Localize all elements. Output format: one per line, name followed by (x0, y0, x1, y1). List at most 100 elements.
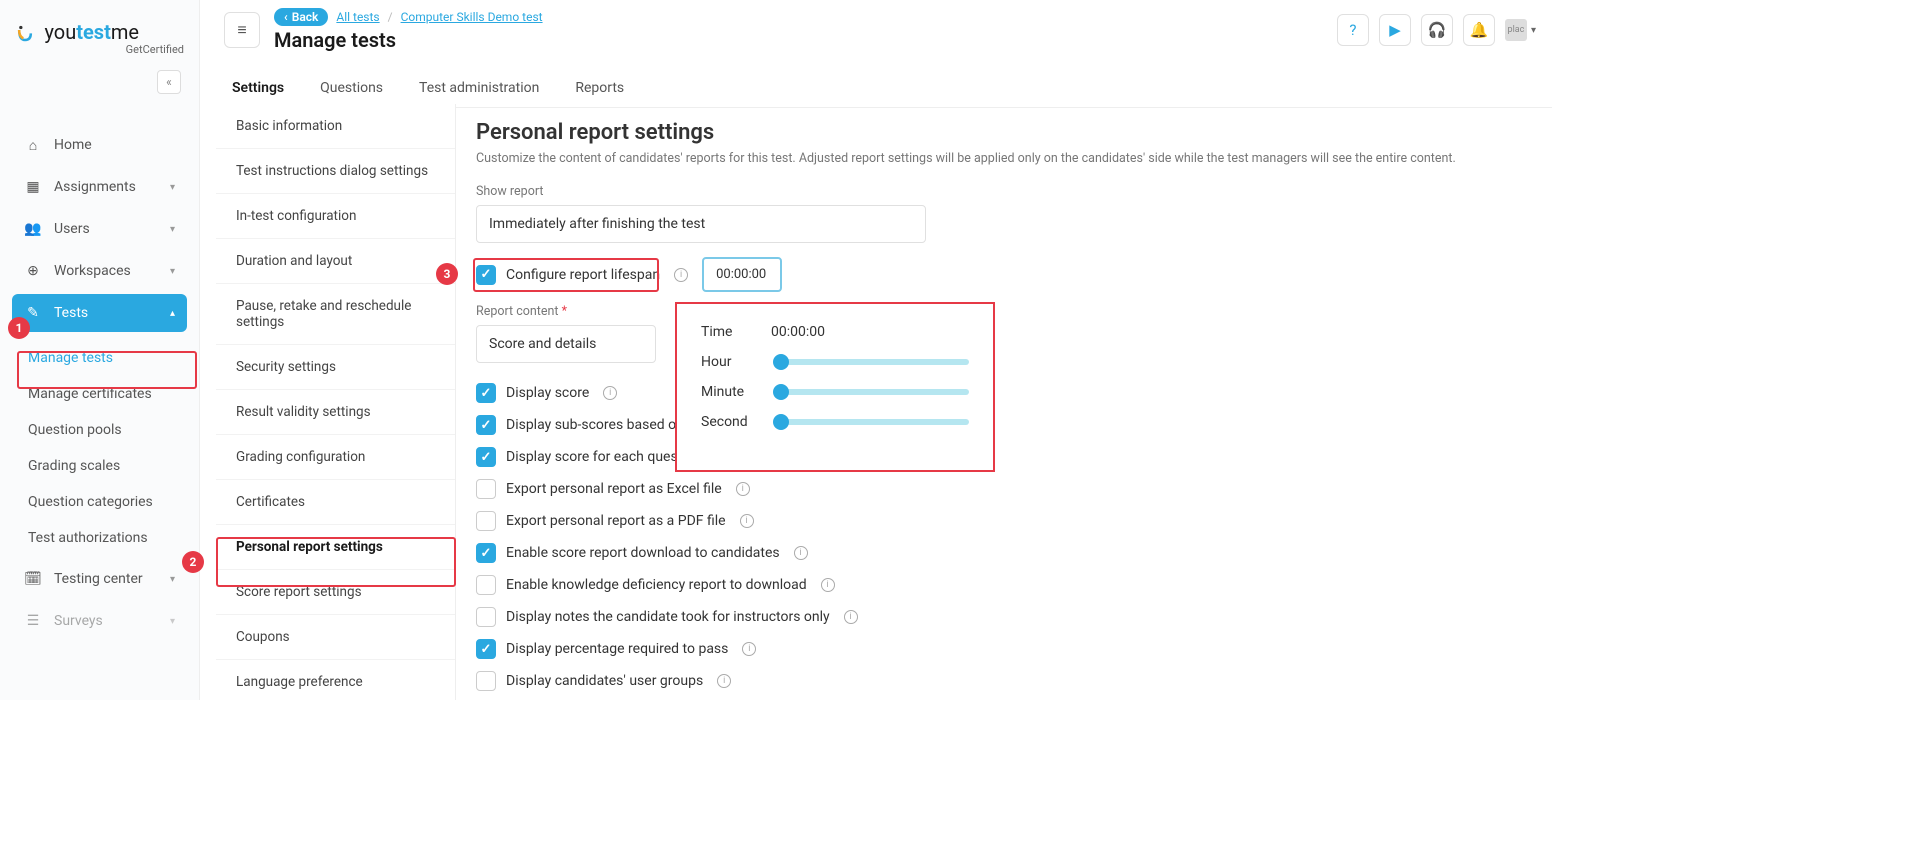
logo: youtestme GetCertified (0, 0, 199, 66)
settings-test-instructions[interactable]: Test instructions dialog settings (216, 149, 455, 194)
annotation-badge-2: 2 (182, 551, 204, 573)
logo-text: youtestme (44, 20, 139, 44)
notifications-button[interactable]: 🔔 (1463, 14, 1495, 46)
checkbox[interactable] (476, 671, 496, 691)
main-content: Personal report settings Customize the c… (476, 120, 1532, 700)
chevron-down-icon: ▾ (170, 616, 175, 627)
lifespan-time-input[interactable]: 00:00:00 (702, 257, 782, 292)
check-label: Export personal report as a PDF file (506, 513, 726, 529)
tab-questions[interactable]: Questions (320, 72, 383, 107)
info-icon[interactable]: i (603, 386, 617, 400)
settings-score-report[interactable]: Score report settings (216, 570, 455, 615)
nav-users[interactable]: 👥Users▾ (12, 210, 187, 248)
checkbox[interactable] (476, 607, 496, 627)
slider-thumb[interactable] (773, 414, 789, 430)
settings-personal-report[interactable]: Personal report settings (216, 525, 455, 570)
nav-sub-question-pools[interactable]: Question pools (12, 412, 187, 448)
nav-sub-question-categories[interactable]: Question categories (12, 484, 187, 520)
list-icon: ☰ (24, 612, 42, 630)
info-icon[interactable]: i (742, 642, 756, 656)
support-button[interactable]: 🎧 (1421, 14, 1453, 46)
info-icon[interactable]: i (821, 578, 835, 592)
check-row-3: Export personal report as Excel filei (476, 473, 1532, 505)
check-row-6: Enable knowledge deficiency report to do… (476, 569, 1532, 601)
settings-grading-config[interactable]: Grading configuration (216, 435, 455, 480)
report-content-select[interactable]: Score and details (476, 325, 656, 363)
help-button[interactable]: ? (1337, 14, 1369, 46)
checkbox[interactable] (476, 479, 496, 499)
configure-lifespan-checkbox[interactable] (476, 265, 496, 285)
check-row-9: Display candidates' user groups i (476, 665, 1532, 697)
check-row-5: Enable score report download to candidat… (476, 537, 1532, 569)
info-icon[interactable]: i (844, 610, 858, 624)
user-menu[interactable]: plac ▾ (1505, 19, 1536, 41)
settings-in-test-config[interactable]: In-test configuration (216, 194, 455, 239)
check-label: Display candidates' user groups (506, 673, 703, 689)
nav-sub-test-authorizations[interactable]: Test authorizations (12, 520, 187, 556)
breadcrumb: ‹Back All tests / Computer Skills Demo t… (274, 8, 543, 52)
info-icon[interactable]: i (674, 268, 688, 282)
hour-slider[interactable] (777, 359, 969, 365)
info-icon[interactable]: i (736, 482, 750, 496)
slider-thumb[interactable] (773, 354, 789, 370)
check-row-8: Display percentage required to passi (476, 633, 1532, 665)
nav-workspaces[interactable]: ⊕Workspaces▾ (12, 252, 187, 290)
nav-testing-center[interactable]: 🗓Testing center▾ (12, 560, 187, 598)
back-button[interactable]: ‹Back (274, 8, 328, 26)
settings-result-validity[interactable]: Result validity settings (216, 390, 455, 435)
settings-duration-layout[interactable]: Duration and layout (216, 239, 455, 284)
nav-surveys[interactable]: ☰Surveys▾ (12, 602, 187, 640)
calendar-icon: 🗓 (24, 570, 42, 588)
info-icon[interactable]: i (740, 514, 754, 528)
info-icon[interactable]: i (717, 674, 731, 688)
chevron-down-icon: ▾ (170, 182, 175, 193)
check-label: Display score (506, 385, 589, 401)
minute-slider[interactable] (777, 389, 969, 395)
time-popover: Time 00:00:00 Hour Minute Second (675, 302, 995, 472)
info-icon[interactable]: i (794, 546, 808, 560)
check-label: Enable score report download to candidat… (506, 545, 780, 561)
checkbox[interactable] (476, 543, 496, 563)
popover-second-label: Second (701, 414, 771, 430)
bell-icon: 🔔 (1470, 21, 1489, 39)
home-icon: ⌂ (24, 136, 42, 154)
tab-reports[interactable]: Reports (575, 72, 624, 107)
popover-minute-label: Minute (701, 384, 771, 400)
nav-tests[interactable]: ✎Tests▴ (12, 294, 187, 332)
second-slider[interactable] (777, 419, 969, 425)
tab-test-administration[interactable]: Test administration (419, 72, 539, 107)
slider-thumb[interactable] (773, 384, 789, 400)
checkbox[interactable] (476, 511, 496, 531)
breadcrumb-current[interactable]: Computer Skills Demo test (401, 10, 543, 24)
settings-basic-information[interactable]: Basic information (216, 104, 455, 149)
settings-certificates[interactable]: Certificates (216, 480, 455, 525)
nav-home[interactable]: ⌂Home (12, 126, 187, 164)
popover-time-label: Time (701, 324, 771, 340)
checkbox[interactable] (476, 639, 496, 659)
page-title: Manage tests (274, 28, 543, 52)
chevron-down-icon: ▾ (1531, 25, 1536, 36)
menu-toggle-button[interactable]: ≡ (224, 12, 260, 48)
settings-security[interactable]: Security settings (216, 345, 455, 390)
collapse-sidebar-button[interactable]: « (157, 70, 181, 94)
annotation-badge-3: 3 (436, 263, 458, 285)
checkbox[interactable] (476, 575, 496, 595)
breadcrumb-all-tests[interactable]: All tests (336, 10, 379, 24)
checkbox[interactable] (476, 447, 496, 467)
nav: ⌂Home ▦Assignments▾ 👥Users▾ ⊕Workspaces▾… (0, 126, 199, 640)
tab-settings[interactable]: Settings (232, 72, 284, 107)
show-report-label: Show report (476, 184, 1532, 199)
show-report-select[interactable]: Immediately after finishing the test (476, 205, 926, 243)
settings-language[interactable]: Language preference (216, 660, 455, 700)
nav-assignments[interactable]: ▦Assignments▾ (12, 168, 187, 206)
settings-pause-retake[interactable]: Pause, retake and reschedule settings (216, 284, 455, 345)
nav-sub-manage-tests[interactable]: Manage tests (12, 340, 187, 376)
nav-sub-grading-scales[interactable]: Grading scales (12, 448, 187, 484)
checkbox[interactable] (476, 383, 496, 403)
settings-sidebar: Basic information Test instructions dial… (216, 104, 456, 700)
nav-sub-manage-certificates[interactable]: Manage certificates (12, 376, 187, 412)
report-content-label: Report content * (476, 304, 1532, 319)
settings-coupons[interactable]: Coupons (216, 615, 455, 660)
checkbox[interactable] (476, 415, 496, 435)
play-button[interactable]: ▶ (1379, 14, 1411, 46)
